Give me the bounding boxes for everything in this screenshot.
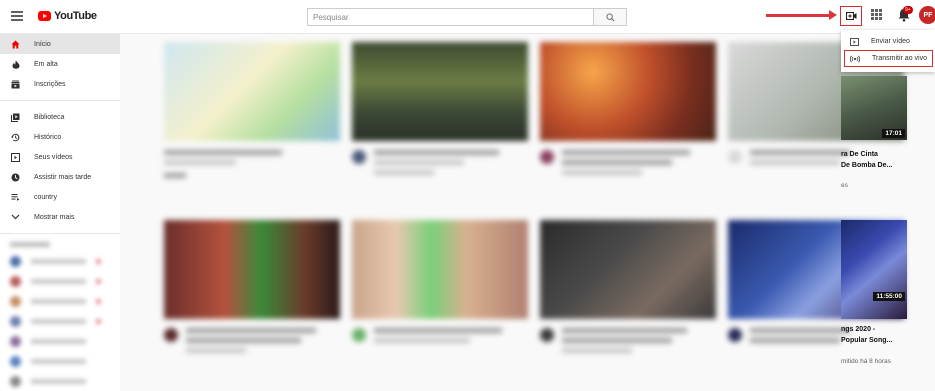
video-meta-partial: mitido há 8 horas — [841, 358, 891, 365]
home-icon — [11, 40, 20, 49]
video-card[interactable] — [540, 220, 716, 358]
video-card[interactable] — [164, 220, 340, 358]
youtube-logo[interactable]: YouTube — [38, 10, 97, 22]
notifications-badge: 9+ — [903, 6, 913, 14]
sidebar-item-label: Início — [34, 40, 51, 48]
video-thumbnail-partial[interactable]: 17:01 — [841, 76, 907, 140]
sidebar-divider — [0, 100, 120, 101]
subscriptions-icon — [11, 80, 20, 89]
video-card[interactable] — [352, 42, 528, 180]
video-card[interactable] — [352, 220, 528, 348]
sidebar-item-label: Inscrições — [34, 80, 66, 88]
subscriptions-list-blurred — [0, 242, 120, 387]
video-thumbnail-partial[interactable]: 11:55:00 — [841, 220, 907, 319]
menu-item-label: Transmitir ao vivo — [872, 55, 927, 62]
duration-badge: 17:01 — [882, 129, 905, 138]
menu-item-upload-video[interactable]: Enviar vídeo — [841, 33, 935, 50]
sidebar-item-label: Biblioteca — [34, 113, 65, 121]
clock-icon — [11, 173, 20, 182]
duration-badge: 11:55:00 — [873, 292, 905, 301]
video-title-partial[interactable]: Popular Song... — [841, 335, 892, 346]
search-bar — [307, 8, 627, 26]
avatar-initials: PF — [923, 11, 933, 19]
menu-icon[interactable] — [11, 11, 23, 21]
sidebar-item-country[interactable]: country — [0, 187, 120, 207]
sidebar-item-em-alta[interactable]: Em alta — [0, 54, 120, 74]
video-camera-plus-icon — [845, 12, 856, 20]
sidebar-item-mostrar-mais[interactable]: Mostrar mais — [0, 207, 120, 227]
playlist-icon — [11, 193, 20, 202]
sidebar-item-label: Mostrar mais — [34, 213, 75, 221]
sidebar-item-label: Seus vídeos — [34, 153, 73, 161]
menu-item-live-broadcast[interactable]: Transmitir ao vivo — [844, 50, 933, 67]
sidebar-item-label: Assistir mais tarde — [34, 173, 92, 181]
sidebar-item-assistir-mais-tarde[interactable]: Assistir mais tarde — [0, 167, 120, 187]
create-video-button[interactable] — [840, 6, 862, 26]
sidebar-item-biblioteca[interactable]: Biblioteca — [0, 107, 120, 127]
sidebar-item-inscricoes[interactable]: Inscrições — [0, 74, 120, 94]
sidebar-item-inicio[interactable]: Início — [0, 34, 120, 54]
video-title-partial[interactable]: ngs 2020 - — [841, 324, 875, 335]
sidebar-item-label: country — [34, 193, 57, 201]
avatar[interactable]: PF — [919, 6, 935, 24]
video-meta-partial: es — [841, 182, 848, 189]
create-menu: Enviar vídeo Transmitir ao vivo — [841, 30, 935, 72]
search-button[interactable] — [593, 8, 627, 26]
live-broadcast-icon — [850, 55, 860, 63]
video-feed: 17:01 ra De Cinta De Bomba De... es 11:5… — [121, 34, 935, 391]
video-title-partial[interactable]: ra De Cinta — [841, 149, 878, 160]
top-bar: YouTube 9+ PF — [0, 0, 935, 34]
library-icon — [11, 113, 20, 122]
history-icon — [11, 133, 20, 142]
chevron-down-icon — [11, 213, 20, 222]
video-card[interactable] — [164, 42, 340, 188]
search-icon — [605, 12, 614, 21]
fire-icon — [11, 60, 20, 69]
play-square-icon — [11, 152, 20, 162]
annotation-arrow-create — [766, 10, 837, 19]
sidebar: Início Em alta Inscrições Biblioteca His… — [0, 34, 120, 391]
sidebar-item-seus-videos[interactable]: Seus vídeos — [0, 147, 120, 167]
upload-video-icon — [849, 37, 859, 46]
youtube-play-icon — [38, 11, 51, 21]
sidebar-item-historico[interactable]: Histórico — [0, 127, 120, 147]
video-title-partial[interactable]: De Bomba De... — [841, 160, 892, 171]
sidebar-divider — [0, 233, 120, 234]
sidebar-item-label: Em alta — [34, 60, 58, 68]
menu-item-label: Enviar vídeo — [871, 38, 910, 45]
apps-grid-icon[interactable] — [871, 9, 882, 20]
sidebar-item-label: Histórico — [34, 133, 62, 141]
search-input[interactable] — [307, 8, 593, 26]
video-card[interactable] — [540, 42, 716, 180]
logo-text: YouTube — [54, 10, 97, 22]
